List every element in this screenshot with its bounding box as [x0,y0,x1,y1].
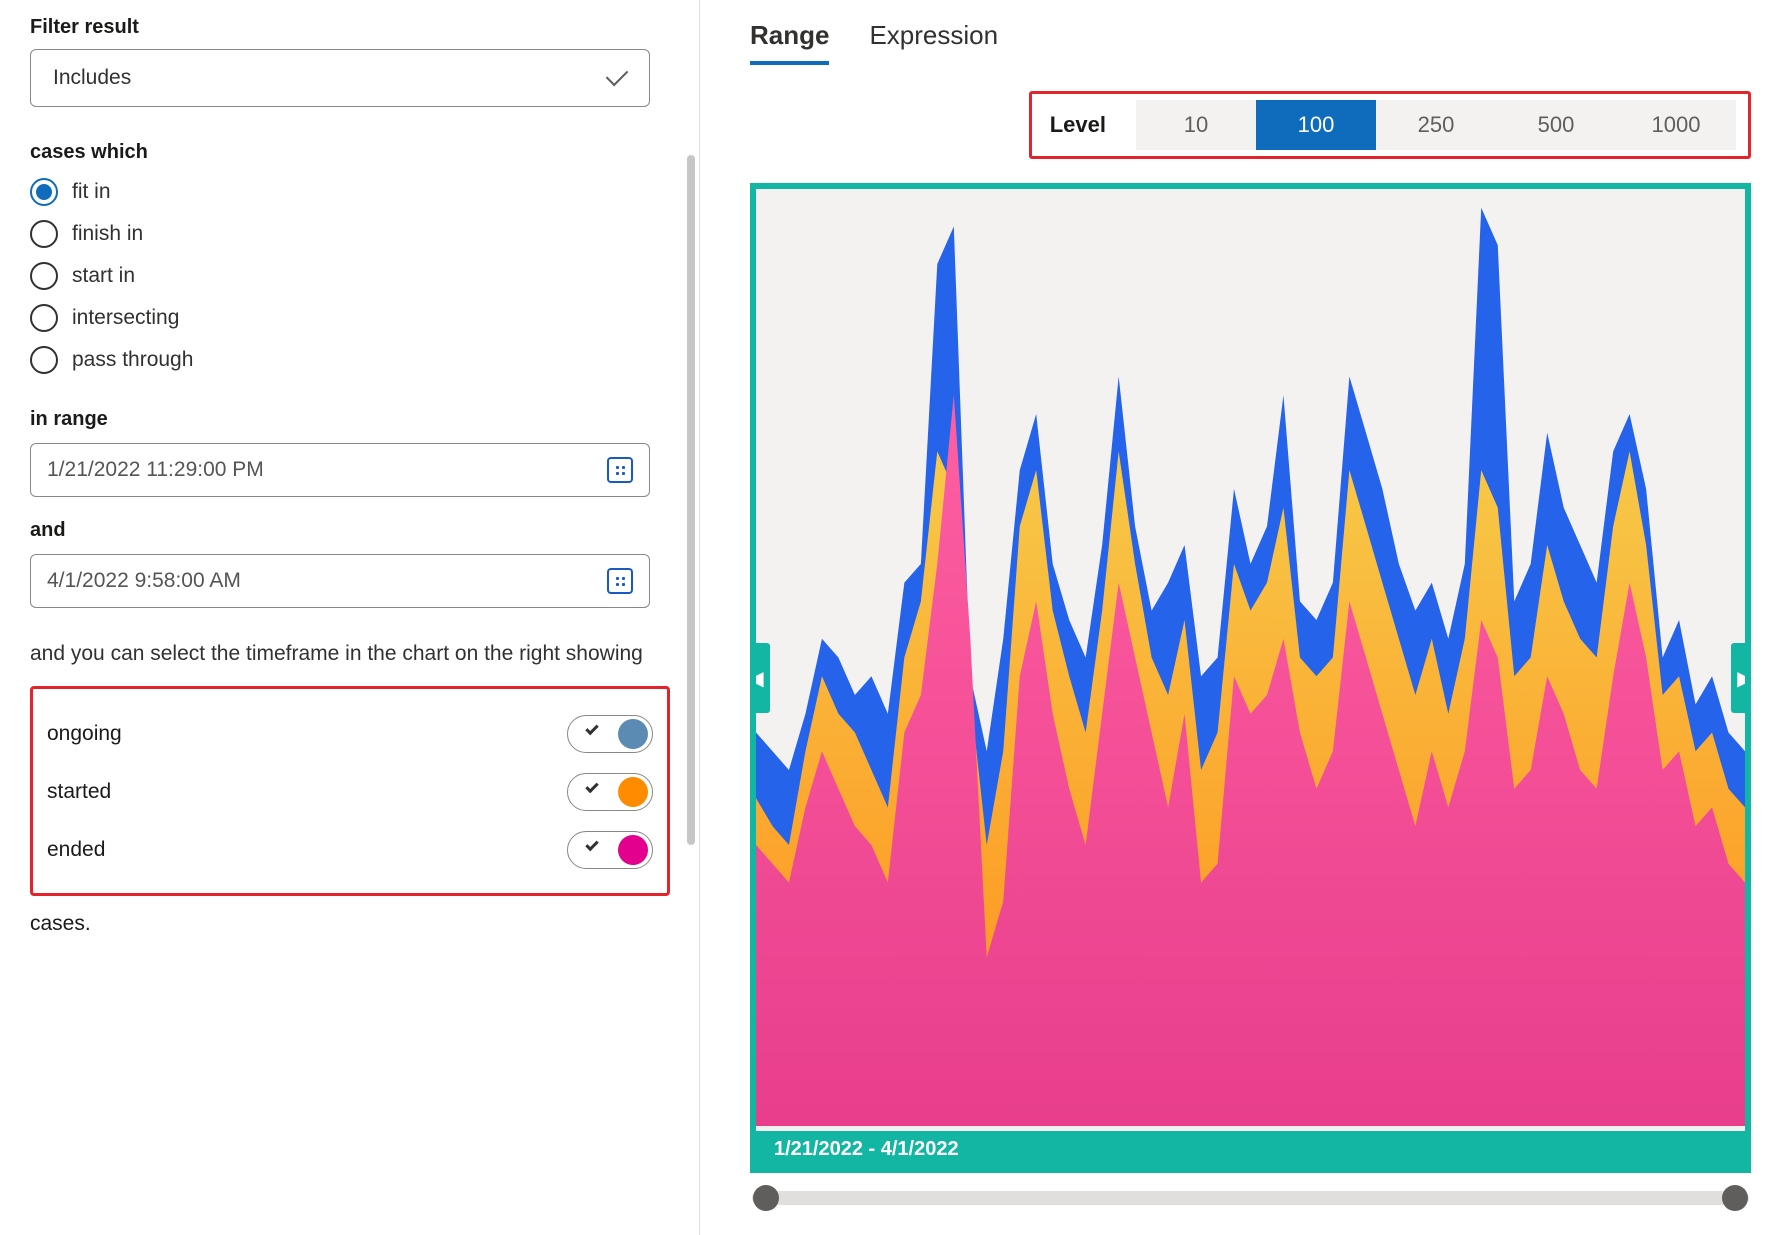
date-end-value: 4/1/2022 9:58:00 AM [47,569,241,593]
timeframe-chart[interactable]: ◀ ▶ 1/21/2022 - 4/1/2022 [750,183,1751,1173]
radio-fit-in[interactable]: fit in [30,178,669,206]
toggle-label: ended [47,838,105,862]
radio-start-in[interactable]: start in [30,262,669,290]
range-handle-right[interactable]: ▶ [1731,643,1751,713]
check-icon [585,837,598,850]
in-range-label: in range [30,408,669,431]
zoom-range-thumb-left[interactable] [753,1185,779,1211]
level-option-250[interactable]: 250 [1376,100,1496,150]
tab-range[interactable]: Range [750,20,829,65]
radio-label: finish in [72,222,143,246]
level-label: Level [1050,112,1106,138]
toggle-label: ongoing [47,722,122,746]
zoom-range-track[interactable] [752,1191,1749,1205]
series-toggle-group: ongoing started ended [30,686,670,896]
toggle-switch-started[interactable] [567,773,653,811]
date-start-field[interactable]: 1/21/2022 11:29:00 PM [30,443,650,497]
level-option-10[interactable]: 10 [1136,100,1256,150]
range-handle-left[interactable]: ◀ [750,643,770,713]
filter-result-select[interactable]: Includes [30,49,650,107]
radio-finish-in[interactable]: finish in [30,220,669,248]
toggle-switch-ongoing[interactable] [567,715,653,753]
toggle-switch-ended[interactable] [567,831,653,869]
chart-range-caption: 1/21/2022 - 4/1/2022 [756,1131,1745,1167]
level-segment-group: 101002505001000 [1136,100,1736,150]
level-selector: Level 101002505001000 [1029,91,1751,159]
radio-intersecting[interactable]: intersecting [30,304,669,332]
calendar-icon[interactable] [607,568,633,594]
zoom-range-thumb-right[interactable] [1722,1185,1748,1211]
date-start-value: 1/21/2022 11:29:00 PM [47,458,264,482]
chevron-down-icon [606,64,629,87]
check-icon [585,721,598,734]
check-icon [585,779,598,792]
radio-icon [30,220,58,248]
and-label: and [30,519,669,542]
level-option-1000[interactable]: 1000 [1616,100,1736,150]
cases-suffix: cases. [30,912,669,936]
scrollbar-thumb[interactable] [687,155,695,845]
toggle-label: started [47,780,111,804]
toggle-knob [618,777,648,807]
toggle-knob [618,719,648,749]
radio-pass-through[interactable]: pass through [30,346,669,374]
chart-panel: Range Expression Level 101002505001000 ◀ … [700,0,1781,1235]
radio-icon [30,178,58,206]
filter-result-value: Includes [53,66,131,90]
radio-label: pass through [72,348,193,372]
toggle-row-ended: ended [47,821,653,879]
radio-label: fit in [72,180,111,204]
toggle-knob [618,835,648,865]
filter-panel: Filter result Includes cases which fit i… [0,0,700,1235]
tab-expression[interactable]: Expression [869,20,998,65]
toggle-row-ongoing: ongoing [47,705,653,763]
tabs: Range Expression [750,20,1751,65]
timeframe-paragraph: and you can select the timeframe in the … [30,638,660,670]
toggle-row-started: started [47,763,653,821]
chart-canvas [756,189,1745,1167]
date-end-field[interactable]: 4/1/2022 9:58:00 AM [30,554,650,608]
level-option-100[interactable]: 100 [1256,100,1376,150]
filter-result-title: Filter result [30,16,669,39]
radio-label: intersecting [72,306,179,330]
level-option-500[interactable]: 500 [1496,100,1616,150]
radio-icon [30,304,58,332]
cases-which-title: cases which [30,141,669,164]
radio-icon [30,346,58,374]
cases-which-radio-group: fit in finish in start in intersecting pass … [30,178,669,374]
radio-label: start in [72,264,135,288]
radio-icon [30,262,58,290]
calendar-icon[interactable] [607,457,633,483]
